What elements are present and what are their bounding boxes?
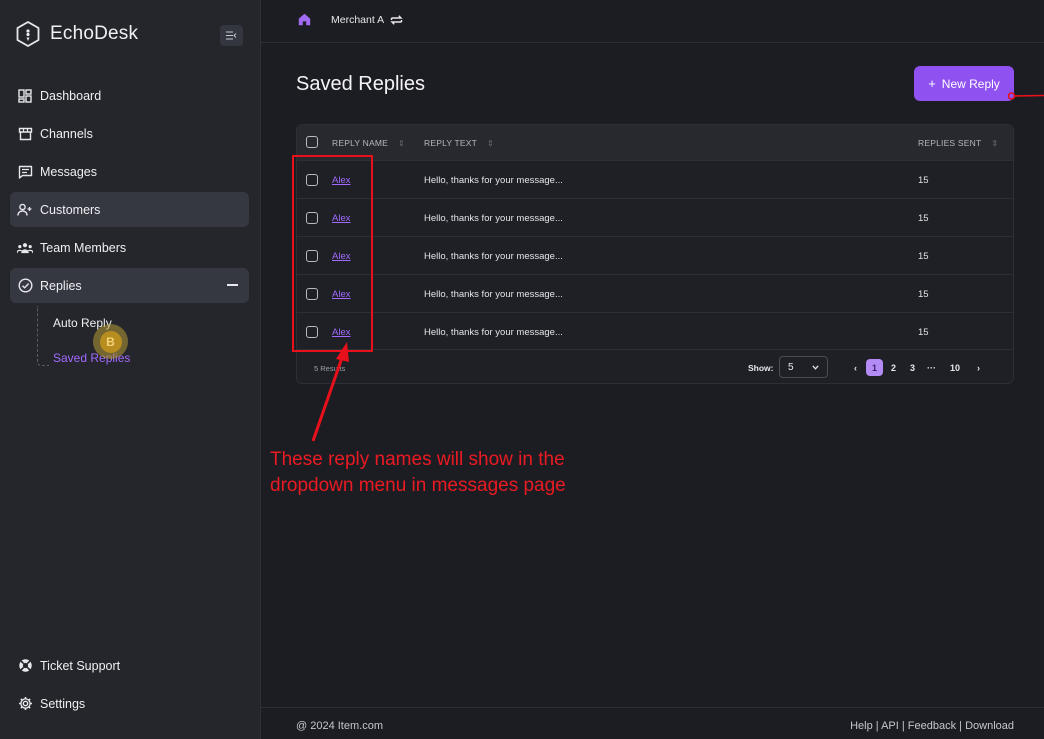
column-header-replies-sent[interactable]: REPLIES SENT ⇕ — [918, 138, 998, 148]
next-page-chevron-right-icon[interactable]: › — [969, 359, 988, 376]
new-reply-button[interactable]: + New Reply — [914, 66, 1014, 101]
sidebar-item-channels[interactable]: Channels — [10, 116, 249, 151]
new-reply-label: New Reply — [941, 76, 1000, 91]
reply-text: Hello, thanks for your message... — [424, 327, 563, 338]
sidebar-item-label: Channels — [40, 126, 93, 141]
sidebar-item-label: Team Members — [40, 240, 127, 255]
sidebar-item-label: Replies — [40, 278, 82, 293]
sidebar-item-label: Messages — [40, 164, 97, 179]
plus-icon: + — [928, 76, 936, 91]
select-all-checkbox[interactable] — [306, 136, 318, 148]
replies-subnav: Auto Reply Saved Replies — [30, 306, 249, 376]
check-circle-icon — [17, 278, 33, 294]
replies-sent: 15 — [918, 327, 929, 338]
reply-text: Hello, thanks for your message... — [424, 251, 563, 262]
table-row: Alex Hello, thanks for your message... 1… — [297, 198, 1013, 236]
switch-icon — [390, 15, 403, 25]
merchant-name: Merchant A — [331, 14, 385, 26]
store-icon — [17, 126, 33, 142]
sidebar-item-label: Customers — [40, 202, 101, 217]
annotation-text: These reply names will show in the dropd… — [270, 447, 610, 499]
tree-connector — [37, 306, 49, 366]
show-label: Show: — [748, 363, 774, 373]
sidebar-nav: Dashboard Channels Messages Customers Te… — [10, 78, 249, 376]
prev-page-chevron-left-icon[interactable]: ‹ — [846, 359, 865, 376]
sidebar-bottom: Ticket Support Settings — [10, 648, 249, 724]
reply-text: Hello, thanks for your message... — [424, 289, 563, 300]
sort-icon: ⇕ — [487, 138, 494, 148]
brand-name: EchoDesk — [50, 23, 139, 44]
message-icon — [17, 164, 33, 180]
copyright: @ 2024 Item.com — [296, 720, 383, 732]
echodesk-logo-icon — [16, 21, 40, 47]
sidebar-item-messages[interactable]: Messages — [10, 154, 249, 189]
chevron-down-icon — [812, 364, 819, 370]
annotation-line-2: dropdown menu in messages page — [270, 475, 566, 496]
page-1[interactable]: 1 — [866, 359, 883, 376]
annotation-pointer — [1008, 92, 1044, 100]
cursor-badge: B — [99, 330, 122, 353]
sidebar-item-label: Ticket Support — [40, 658, 121, 673]
sidebar-item-settings[interactable]: Settings — [10, 686, 249, 721]
reply-text: Hello, thanks for your message... — [424, 175, 563, 186]
column-label: REPLY NAME — [332, 138, 389, 148]
replies-sent: 15 — [918, 251, 929, 262]
lifebuoy-icon — [17, 658, 33, 674]
saved-replies-table: REPLY NAME ⇕ REPLY TEXT ⇕ REPLIES SENT ⇕… — [296, 124, 1014, 384]
table-row: Alex Hello, thanks for your message... 1… — [297, 312, 1013, 350]
home-icon[interactable] — [298, 13, 311, 31]
sidebar-item-label: Dashboard — [40, 88, 102, 103]
topbar: Merchant A — [261, 0, 1044, 43]
footer: @ 2024 Item.com Help | API | Feedback | … — [261, 707, 1044, 739]
sidebar-item-team-members[interactable]: Team Members — [10, 230, 249, 265]
table-row: Alex Hello, thanks for your message... 1… — [297, 274, 1013, 312]
table-row: Alex Hello, thanks for your message... 1… — [297, 160, 1013, 198]
dashboard-icon — [17, 88, 33, 104]
page-10[interactable]: 10 — [941, 359, 969, 376]
collapse-sidebar-button[interactable] — [220, 25, 243, 46]
collapse-minus-icon[interactable] — [227, 284, 238, 286]
page-title: Saved Replies — [296, 73, 425, 95]
reply-text: Hello, thanks for your message... — [424, 213, 563, 224]
page-size-select[interactable]: 5 — [779, 356, 828, 378]
sidebar: EchoDesk Dashboard Channels Messages Cus… — [0, 0, 261, 739]
customers-icon — [17, 202, 33, 218]
sidebar-item-label: Settings — [40, 696, 86, 711]
column-header-reply-text[interactable]: REPLY TEXT ⇕ — [424, 138, 494, 148]
column-label: REPLIES SENT — [918, 138, 982, 148]
page-3[interactable]: 3 — [903, 359, 922, 376]
brand[interactable]: EchoDesk — [14, 20, 138, 48]
replies-sent: 15 — [918, 213, 929, 224]
annotation-arrow — [311, 342, 349, 442]
sidebar-item-customers[interactable]: Customers — [10, 192, 249, 227]
replies-sent: 15 — [918, 175, 929, 186]
annotation-line-1: These reply names will show in the — [270, 449, 565, 470]
column-label: REPLY TEXT — [424, 138, 478, 148]
sort-icon: ⇕ — [991, 138, 999, 148]
annotation-highlight-box — [292, 155, 373, 352]
cursor-indicator: B — [93, 324, 128, 359]
replies-sent: 15 — [918, 289, 929, 300]
sort-icon: ⇕ — [398, 138, 405, 148]
sidebar-item-dashboard[interactable]: Dashboard — [10, 78, 249, 113]
column-header-reply-name[interactable]: REPLY NAME ⇕ — [332, 138, 405, 148]
collapse-icon — [226, 31, 237, 40]
page-2[interactable]: 2 — [884, 359, 903, 376]
page-size-value: 5 — [788, 361, 794, 373]
table-header: REPLY NAME ⇕ REPLY TEXT ⇕ REPLIES SENT ⇕ — [297, 125, 1013, 160]
footer-links[interactable]: Help | API | Feedback | Download — [850, 720, 1014, 732]
sidebar-item-replies[interactable]: Replies — [10, 268, 249, 303]
page-ellipsis[interactable]: ··· — [922, 359, 941, 376]
gear-icon — [17, 696, 33, 712]
table-footer: 5 Results Show: 5 ‹ 1 2 3 ··· 10 › — [297, 349, 1013, 384]
table-row: Alex Hello, thanks for your message... 1… — [297, 236, 1013, 274]
team-icon — [17, 240, 33, 256]
merchant-switcher[interactable]: Merchant A — [331, 14, 403, 26]
pagination: ‹ 1 2 3 ··· 10 › — [846, 359, 988, 376]
sidebar-item-ticket-support[interactable]: Ticket Support — [10, 648, 249, 683]
